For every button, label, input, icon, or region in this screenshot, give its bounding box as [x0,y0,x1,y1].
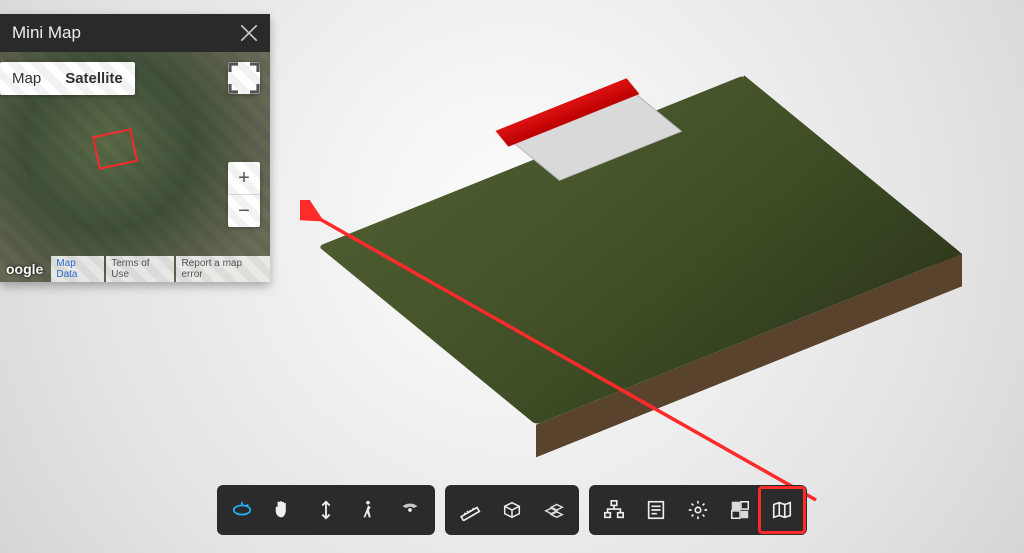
walk-icon[interactable] [347,489,389,531]
fullscreen-icon[interactable] [228,62,260,94]
map-type-map[interactable]: Map [0,62,53,95]
minimap-panel: Mini Map Map Satellite + − oogle Map Dat… [0,14,270,282]
zoom-in-button[interactable]: + [228,162,260,194]
pan-icon[interactable] [263,489,305,531]
minimap-canvas[interactable]: Map Satellite + − oogle Map Data Terms o… [0,52,270,282]
viewer-toolbar [217,485,807,535]
minimap-title: Mini Map [12,23,81,43]
map-type-satellite[interactable]: Satellite [53,62,135,95]
updown-icon[interactable] [305,489,347,531]
google-logo: oogle [0,258,49,280]
map-icon[interactable] [758,486,806,534]
link-terms[interactable]: Terms of Use [106,256,174,282]
location-marker [92,128,138,170]
orbit-icon[interactable] [221,489,263,531]
zoom-controls: + − [228,162,260,227]
map-type-switch: Map Satellite [0,62,135,95]
measure-icon[interactable] [449,489,491,531]
link-report[interactable]: Report a map error [176,256,270,282]
fov-icon[interactable] [389,489,431,531]
properties-icon[interactable] [635,489,677,531]
toolbar-group-nav [217,485,435,535]
map-attribution: oogle Map Data Terms of Use Report a map… [0,256,270,282]
toolbar-group-tools [445,485,579,535]
explode-icon[interactable] [533,489,575,531]
gear-icon[interactable] [677,489,719,531]
fullscreen-icon[interactable] [719,489,761,531]
tree-icon[interactable] [593,489,635,531]
link-map-data[interactable]: Map Data [51,256,104,282]
close-icon[interactable] [240,24,258,42]
zoom-out-button[interactable]: − [228,194,260,227]
toolbar-group-panels [589,485,807,535]
model-viewport[interactable] [300,20,980,480]
section-icon[interactable] [491,489,533,531]
